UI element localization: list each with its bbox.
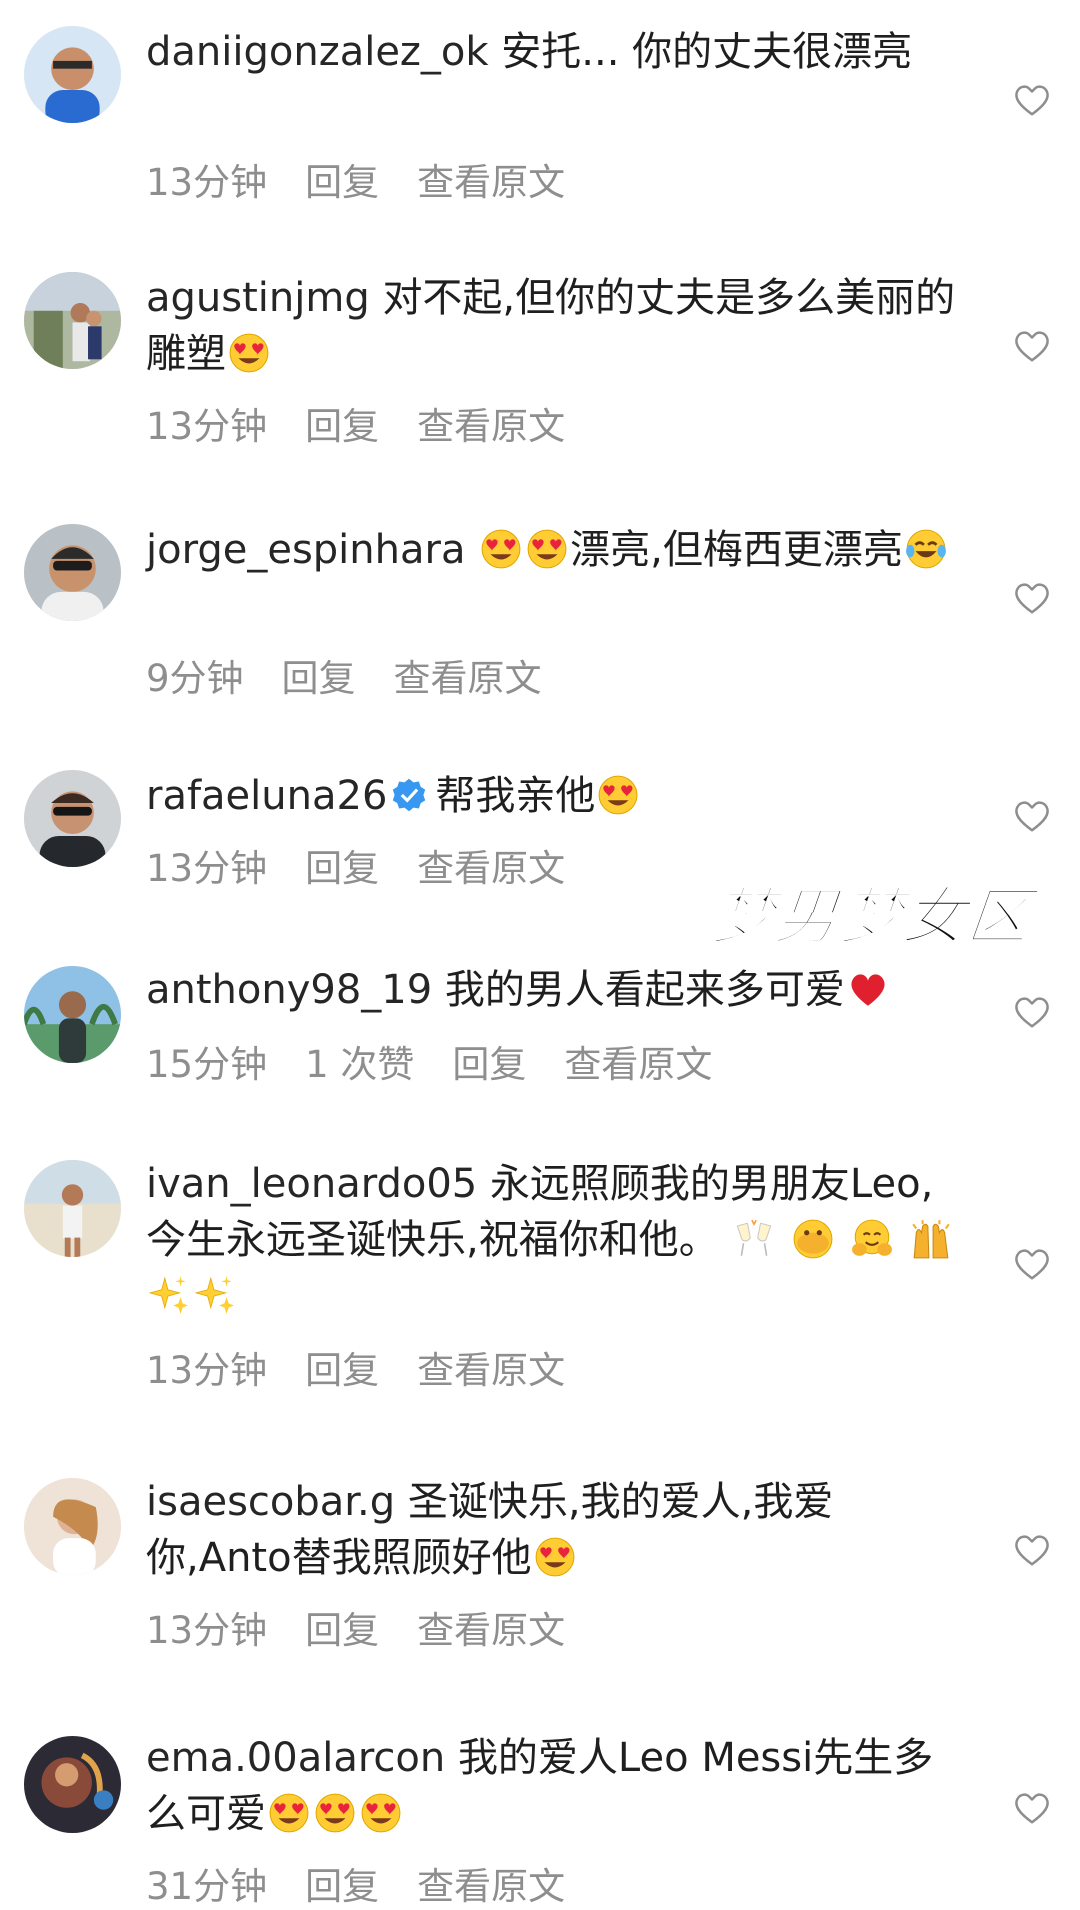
laughing-tears-emoji-icon	[905, 528, 947, 570]
like-heart-icon[interactable]	[1013, 1790, 1051, 1826]
comment-username[interactable]: ivan_leonardo05	[146, 1161, 477, 1207]
comment-text: 我的男人看起来多可爱	[444, 967, 845, 1013]
comment-username[interactable]: ema.00alarcon	[146, 1735, 445, 1781]
see-original-button[interactable]: 查看原文	[417, 1349, 565, 1392]
comment-meta: 13分钟 回复 查看原文	[146, 838, 603, 892]
comment-username[interactable]: jorge_espinhara	[146, 527, 465, 573]
comment-time: 13分钟	[146, 161, 268, 204]
like-heart-icon[interactable]	[1013, 1532, 1051, 1568]
comment-time: 15分钟	[146, 1043, 268, 1086]
red-heart-emoji-icon	[847, 968, 889, 1010]
comment-text: 帮我亲他	[435, 773, 596, 819]
comment-username[interactable]: rafaeluna26	[146, 773, 387, 819]
heart-eyes-emoji-icon	[480, 528, 522, 570]
sparkles-emoji-icon	[148, 1274, 190, 1316]
heart-eyes-emoji-icon	[314, 1792, 356, 1834]
reply-button[interactable]: 回复	[282, 657, 356, 700]
avatar[interactable]	[24, 272, 121, 369]
see-original-button[interactable]: 查看原文	[417, 1609, 565, 1652]
avatar[interactable]	[24, 770, 121, 867]
like-heart-icon[interactable]	[1013, 994, 1051, 1030]
comment-meta: 31分钟 回复 查看原文	[146, 1856, 603, 1910]
comment-text: 漂亮,但梅西更漂亮	[570, 527, 903, 573]
heart-eyes-emoji-icon	[228, 332, 270, 374]
see-original-button[interactable]: 查看原文	[394, 657, 542, 700]
comment-time: 9分钟	[146, 657, 244, 700]
verified-badge-icon	[391, 777, 427, 813]
comment-time: 13分钟	[146, 1349, 268, 1392]
reply-button[interactable]: 回复	[305, 1609, 379, 1652]
comment-time: 13分钟	[146, 1609, 268, 1652]
see-original-button[interactable]: 查看原文	[564, 1043, 712, 1086]
like-count[interactable]: 1 次赞	[305, 1043, 414, 1086]
sparkles-emoji-icon	[194, 1274, 236, 1316]
comment-body: agustinjmg 对不起,但你的丈夫是多么美丽的雕塑	[146, 270, 966, 382]
see-original-button[interactable]: 查看原文	[417, 405, 565, 448]
reply-button[interactable]: 回复	[305, 1865, 379, 1908]
comment-body: anthony98_19 我的男人看起来多可爱	[146, 962, 966, 1018]
heart-eyes-emoji-icon	[534, 1536, 576, 1578]
comment-meta: 13分钟 回复 查看原文	[146, 396, 603, 450]
watermark: 梦男梦女区	[707, 879, 1037, 954]
comment-username[interactable]: daniigonzalez_ok	[146, 29, 489, 75]
see-original-button[interactable]: 查看原文	[417, 847, 565, 890]
comment-username[interactable]: agustinjmg	[146, 275, 370, 321]
comment-meta: 13分钟 回复 查看原文	[146, 1600, 603, 1654]
like-heart-icon[interactable]	[1013, 580, 1051, 616]
reply-button[interactable]: 回复	[305, 1349, 379, 1392]
like-heart-icon[interactable]	[1013, 1246, 1051, 1282]
comment-meta: 13分钟 回复 查看原文	[146, 1340, 603, 1394]
face-peeking-emoji-icon	[792, 1218, 834, 1260]
comment-username[interactable]: anthony98_19	[146, 967, 432, 1013]
comment-body: isaescobar.g 圣诞快乐,我的爱人,我爱你,Anto替我照顾好他	[146, 1474, 966, 1586]
comment-body: ivan_leonardo05 永远照顾我的男朋友Leo,今生永远圣诞快乐,祝福…	[146, 1156, 966, 1324]
reply-button[interactable]: 回复	[452, 1043, 526, 1086]
avatar[interactable]	[24, 966, 121, 1063]
comment-body: jorge_espinhara 漂亮,但梅西更漂亮	[146, 522, 966, 578]
avatar[interactable]	[24, 1478, 121, 1575]
comment-meta: 13分钟 回复 查看原文	[146, 152, 603, 206]
comment-body: ema.00alarcon 我的爱人Leo Messi先生多么可爱	[146, 1730, 966, 1842]
avatar[interactable]	[24, 26, 121, 123]
raising-hands-emoji-icon	[910, 1218, 952, 1260]
avatar[interactable]	[24, 1736, 121, 1833]
comment-body: daniigonzalez_ok 安托... 你的丈夫很漂亮	[146, 24, 966, 80]
heart-eyes-emoji-icon	[597, 774, 639, 816]
reply-button[interactable]: 回复	[305, 161, 379, 204]
avatar[interactable]	[24, 1160, 121, 1257]
comment-time: 13分钟	[146, 847, 268, 890]
like-heart-icon[interactable]	[1013, 82, 1051, 118]
heart-eyes-emoji-icon	[360, 1792, 402, 1834]
comment-username[interactable]: isaescobar.g	[146, 1479, 395, 1525]
comment-time: 13分钟	[146, 405, 268, 448]
comment-time: 31分钟	[146, 1865, 268, 1908]
heart-eyes-emoji-icon	[268, 1792, 310, 1834]
like-heart-icon[interactable]	[1013, 798, 1051, 834]
comment-text: 安托... 你的丈夫很漂亮	[501, 29, 913, 75]
comment-meta: 9分钟 回复 查看原文	[146, 648, 580, 702]
heart-eyes-emoji-icon	[526, 528, 568, 570]
like-heart-icon[interactable]	[1013, 328, 1051, 364]
avatar[interactable]	[24, 524, 121, 621]
reply-button[interactable]: 回复	[305, 847, 379, 890]
comment-meta: 15分钟 1 次赞 回复 查看原文	[146, 1034, 750, 1088]
comment-body: rafaeluna26 帮我亲他	[146, 768, 966, 824]
reply-button[interactable]: 回复	[305, 405, 379, 448]
clinking-glasses-emoji-icon	[733, 1218, 775, 1260]
hugging-emoji-icon	[851, 1218, 893, 1260]
see-original-button[interactable]: 查看原文	[417, 161, 565, 204]
see-original-button[interactable]: 查看原文	[417, 1865, 565, 1908]
